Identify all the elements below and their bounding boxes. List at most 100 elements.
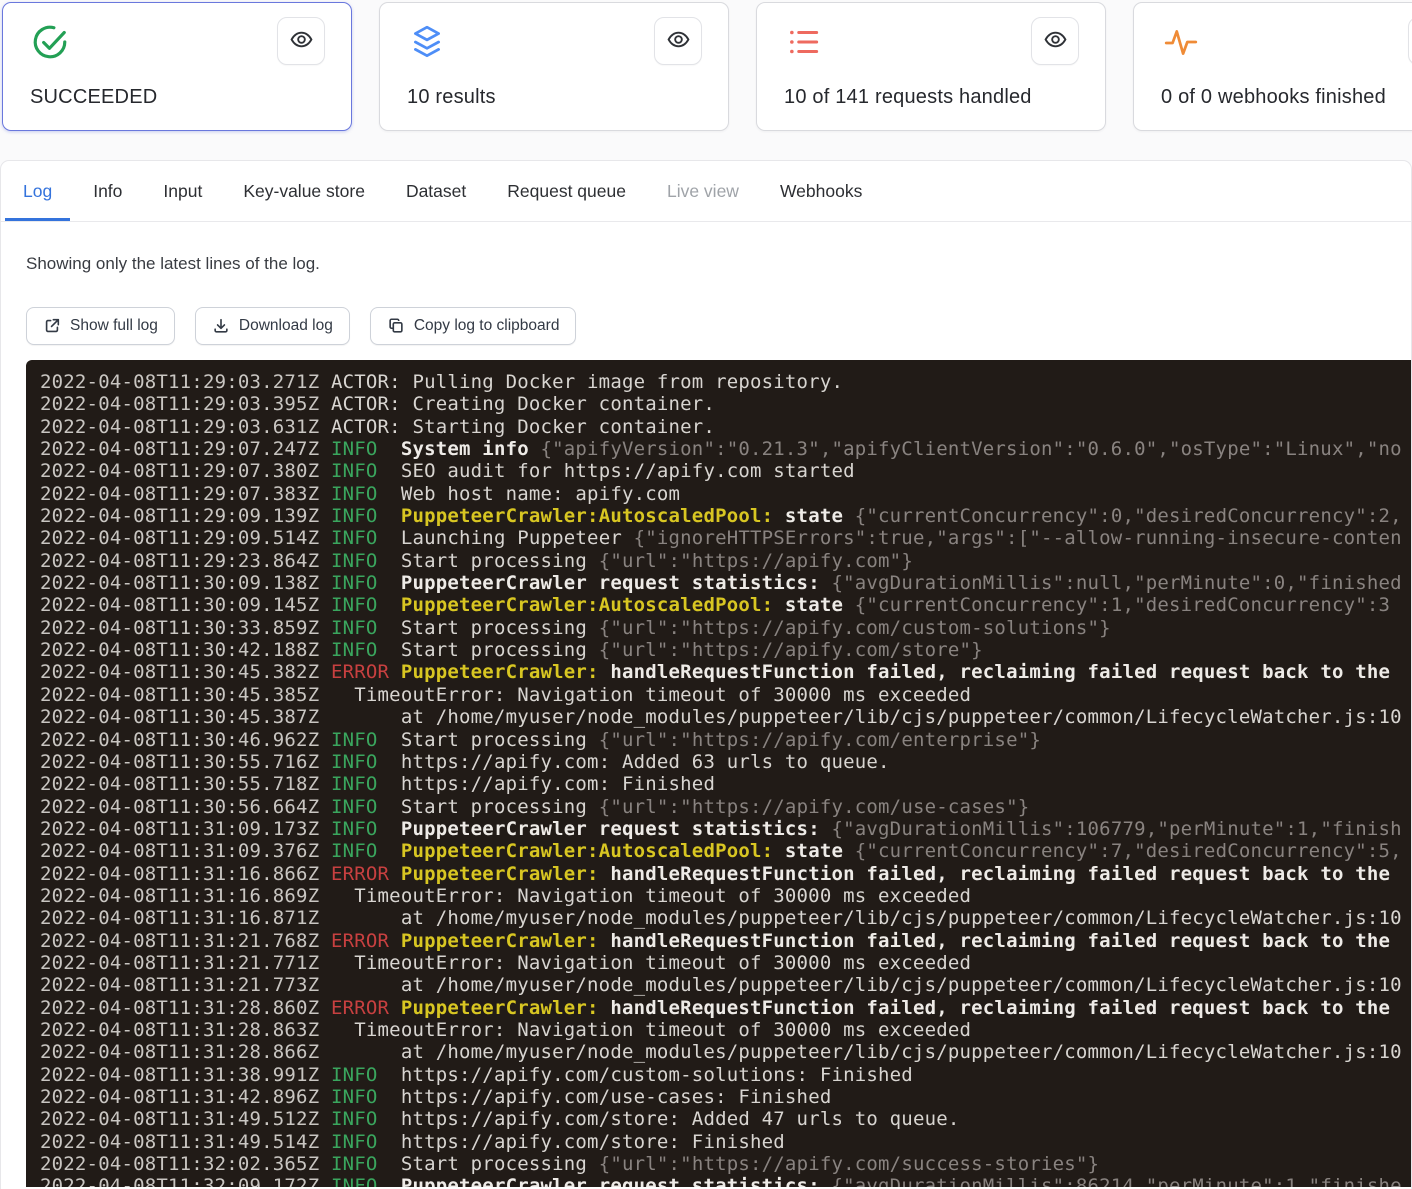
watch-field-button[interactable] xyxy=(654,17,702,65)
log-segment-plain: Start processing xyxy=(401,1153,599,1175)
tab-log[interactable]: Log xyxy=(5,161,70,221)
eye-icon xyxy=(1043,27,1068,55)
copy-log-to-clipboard-button[interactable]: Copy log to clipboard xyxy=(370,307,577,345)
log-line: 2022-04-08T11:29:07.380Z INFO SEO audit … xyxy=(40,460,1411,482)
download-log-button[interactable]: Download log xyxy=(195,307,350,345)
log-segment-ts: 2022-04-08T11:29:03.395Z xyxy=(40,393,331,415)
log-segment-plain: TimeoutError: Navigation timeout of 3000… xyxy=(331,952,971,974)
log-segment-plain: at /home/myuser/node_modules/puppeteer/l… xyxy=(331,1041,1402,1063)
log-segment-ts: 2022-04-08T11:31:28.866Z xyxy=(40,1041,331,1063)
log-segment-yellow: PuppeteerCrawler: xyxy=(401,863,611,885)
button-label: Show full log xyxy=(70,317,158,335)
log-segment-dim: {"currentConcurrency":0,"desiredConcurre… xyxy=(855,505,1402,527)
log-segment-plain: Start processing xyxy=(401,550,599,572)
log-segment-dim: {"url":"https://apify.com/use-cases"} xyxy=(599,796,1030,818)
log-segment-ts: 2022-04-08T11:31:16.866Z xyxy=(40,863,331,885)
log-line: 2022-04-08T11:29:03.631Z ACTOR: Starting… xyxy=(40,416,1411,438)
log-line: 2022-04-08T11:29:07.383Z INFO Web host n… xyxy=(40,483,1411,505)
log-segment-plain: Launching Puppeteer xyxy=(401,527,634,549)
log-line: 2022-04-08T11:31:16.866Z ERROR Puppeteer… xyxy=(40,863,1411,885)
tab-webhooks[interactable]: Webhooks xyxy=(762,161,880,221)
log-segment-plain: at /home/myuser/node_modules/puppeteer/l… xyxy=(331,974,1402,996)
layers-icon xyxy=(408,23,446,61)
log-segment-info: INFO xyxy=(331,572,401,594)
tab-key-value-store[interactable]: Key-value store xyxy=(225,161,383,221)
log-segment-ts: 2022-04-08T11:30:09.138Z xyxy=(40,572,331,594)
log-segment-plain: https://apify.com/store: Added 47 urls t… xyxy=(401,1108,960,1130)
log-segment-dim: {"ignoreHTTPSErrors":true,"args":["--all… xyxy=(634,527,1402,549)
show-full-log-button[interactable]: Show full log xyxy=(26,307,175,345)
log-segment-plain: Start processing xyxy=(401,796,599,818)
log-segment-plain: Start processing xyxy=(401,729,599,751)
log-segment-yellow: PuppeteerCrawler: xyxy=(401,997,611,1019)
log-segment-ts: 2022-04-08T11:32:09.172Z xyxy=(40,1175,331,1187)
log-segment-ts: 2022-04-08T11:30:56.664Z xyxy=(40,796,331,818)
tab-input[interactable]: Input xyxy=(145,161,220,221)
log-segment-dim: {"url":"https://apify.com"} xyxy=(599,550,913,572)
log-line: 2022-04-08T11:30:45.382Z ERROR Puppeteer… xyxy=(40,661,1411,683)
log-line: 2022-04-08T11:29:07.247Z INFO System inf… xyxy=(40,438,1411,460)
tab-live-view: Live view xyxy=(649,161,757,221)
log-line: 2022-04-08T11:29:03.271Z ACTOR: Pulling … xyxy=(40,371,1411,393)
eye-icon xyxy=(666,27,691,55)
log-segment-plain: https://apify.com/use-cases: Finished xyxy=(401,1086,832,1108)
external-link-icon xyxy=(43,317,61,335)
copy-icon xyxy=(387,317,405,335)
tab-request-queue[interactable]: Request queue xyxy=(489,161,644,221)
log-line: 2022-04-08T11:31:42.896Z INFO https://ap… xyxy=(40,1086,1411,1108)
log-segment-bold: PuppeteerCrawler request statistics: xyxy=(401,1175,832,1187)
log-segment-info: INFO xyxy=(331,527,401,549)
log-segment-bold: state xyxy=(773,840,854,862)
log-segment-dim: {"apifyVersion":"0.21.3","apifyClientVer… xyxy=(541,438,1402,460)
watch-field-button[interactable] xyxy=(1408,17,1412,65)
log-segment-ts: 2022-04-08T11:30:46.962Z xyxy=(40,729,331,751)
log-line: 2022-04-08T11:30:09.145Z INFO PuppeteerC… xyxy=(40,594,1411,616)
status-card-label: 0 of 0 webhooks finished xyxy=(1161,86,1386,109)
tab-dataset[interactable]: Dataset xyxy=(388,161,484,221)
log-segment-ts: 2022-04-08T11:29:09.514Z xyxy=(40,527,331,549)
log-segment-bold: state xyxy=(773,594,854,616)
log-segment-dim: {"currentConcurrency":1,"desiredConcurre… xyxy=(855,594,1390,616)
log-terminal[interactable]: 2022-04-08T11:29:03.271Z ACTOR: Pulling … xyxy=(26,360,1411,1187)
log-segment-info: INFO xyxy=(331,1175,401,1187)
log-segment-info: INFO xyxy=(331,617,401,639)
log-segment-ts: 2022-04-08T11:30:55.718Z xyxy=(40,773,331,795)
log-line: 2022-04-08T11:31:28.866Z at /home/myuser… xyxy=(40,1041,1411,1063)
log-segment-ts: 2022-04-08T11:29:07.247Z xyxy=(40,438,331,460)
tab-info[interactable]: Info xyxy=(75,161,140,221)
log-line: 2022-04-08T11:31:49.512Z INFO https://ap… xyxy=(40,1108,1411,1130)
log-line: 2022-04-08T11:31:38.991Z INFO https://ap… xyxy=(40,1064,1411,1086)
watch-field-button[interactable] xyxy=(1031,17,1079,65)
log-segment-plain: TimeoutError: Navigation timeout of 3000… xyxy=(331,1019,971,1041)
log-segment-plain: SEO audit for https://apify.com started xyxy=(401,460,855,482)
log-line: 2022-04-08T11:31:21.773Z at /home/myuser… xyxy=(40,974,1411,996)
eye-icon xyxy=(289,27,314,55)
log-segment-info: INFO xyxy=(331,594,401,616)
log-segment-ts: 2022-04-08T11:29:23.864Z xyxy=(40,550,331,572)
log-segment-bold: System info xyxy=(401,438,541,460)
log-segment-ts: 2022-04-08T11:30:55.716Z xyxy=(40,751,331,773)
log-segment-plain: at /home/myuser/node_modules/puppeteer/l… xyxy=(331,706,1402,728)
watch-field-button[interactable] xyxy=(277,17,325,65)
log-segment-dim: {"currentConcurrency":7,"desiredConcurre… xyxy=(855,840,1402,862)
status-cards-row: SUCCEEDED10 results10 of 141 requests ha… xyxy=(0,0,1412,131)
log-segment-plain: Start processing xyxy=(401,617,599,639)
log-line: 2022-04-08T11:31:21.768Z ERROR Puppeteer… xyxy=(40,930,1411,952)
log-segment-ts: 2022-04-08T11:31:49.514Z xyxy=(40,1131,331,1153)
log-line: 2022-04-08T11:29:03.395Z ACTOR: Creating… xyxy=(40,393,1411,415)
log-segment-ts: 2022-04-08T11:31:21.768Z xyxy=(40,930,331,952)
log-line: 2022-04-08T11:29:23.864Z INFO Start proc… xyxy=(40,550,1411,572)
log-segment-dim: {"avgDurationMillis":106779,"perMinute":… xyxy=(831,818,1401,840)
log-line: 2022-04-08T11:32:02.365Z INFO Start proc… xyxy=(40,1153,1411,1175)
log-line: 2022-04-08T11:30:46.962Z INFO Start proc… xyxy=(40,729,1411,751)
log-tab-content: Showing only the latest lines of the log… xyxy=(1,222,1411,1187)
log-segment-info: INFO xyxy=(331,773,401,795)
log-segment-plain: https://apify.com/store: Finished xyxy=(401,1131,785,1153)
log-segment-plain: https://apify.com/custom-solutions: Fini… xyxy=(401,1064,913,1086)
log-segment-ts: 2022-04-08T11:30:45.387Z xyxy=(40,706,331,728)
log-segment-ts: 2022-04-08T11:31:28.860Z xyxy=(40,997,331,1019)
log-segment-yellow: PuppeteerCrawler: xyxy=(401,930,611,952)
log-segment-info: INFO xyxy=(331,840,401,862)
log-segment-dim: {"url":"https://apify.com/custom-solutio… xyxy=(599,617,1111,639)
log-segment-info: INFO xyxy=(331,1153,401,1175)
